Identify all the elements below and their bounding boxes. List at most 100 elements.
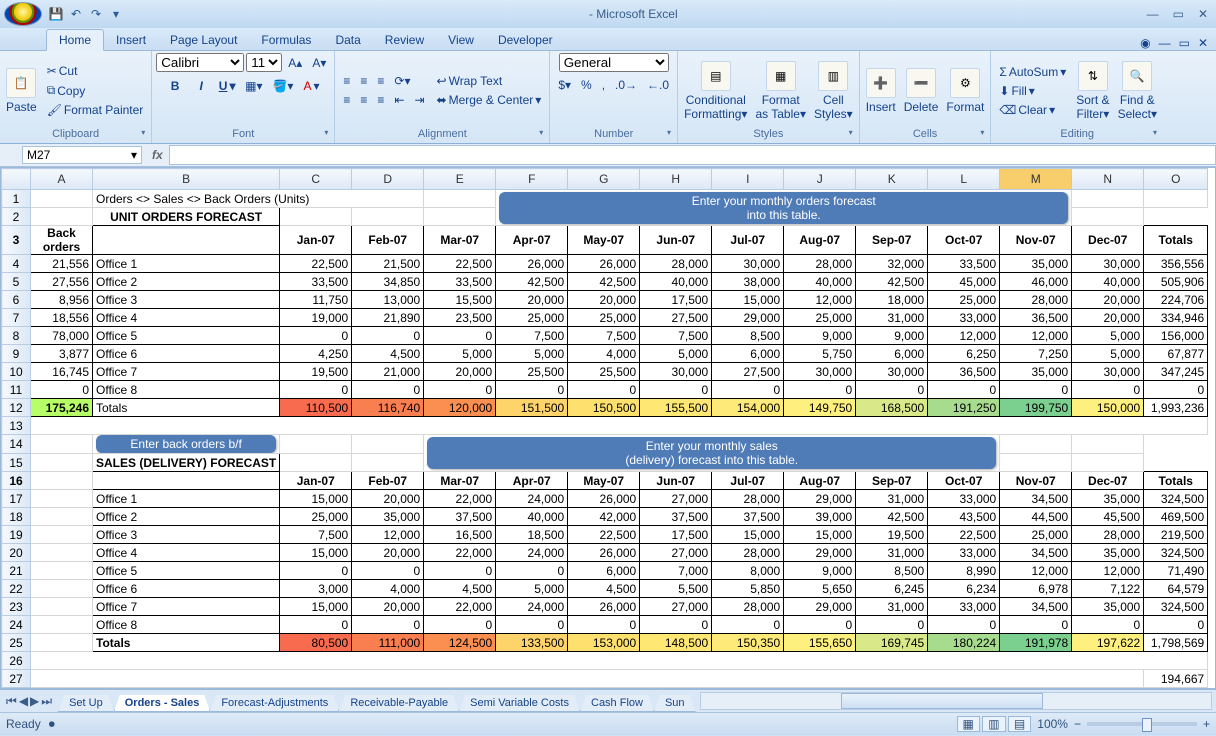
cell[interactable]: 6,978 [1000, 580, 1072, 598]
cell[interactable]: 35,000 [1000, 255, 1072, 273]
cell[interactable]: 38,000 [712, 273, 784, 291]
row-header-5[interactable]: 5 [2, 273, 31, 291]
cell[interactable]: 12,000 [1000, 327, 1072, 345]
page-break-view-button[interactable]: ▤ [1008, 716, 1031, 732]
row-header-26[interactable]: 26 [2, 652, 31, 670]
cell[interactable]: Dec-07 [1072, 226, 1144, 255]
align-center-button[interactable]: ≡ [356, 91, 371, 109]
cell[interactable]: 33,000 [928, 544, 1000, 562]
row-header-22[interactable]: 22 [2, 580, 31, 598]
insert-cells-button[interactable]: Insert [866, 100, 896, 114]
delete-cells-icon[interactable]: ➖ [906, 68, 936, 98]
cell[interactable]: 42,500 [856, 508, 928, 526]
cell[interactable]: 27,000 [640, 490, 712, 508]
cell[interactable]: 334,946 [1144, 309, 1208, 327]
cell[interactable]: 18,000 [856, 291, 928, 309]
col-header-G[interactable]: G [568, 169, 640, 190]
row-header-12[interactable]: 12 [2, 399, 31, 417]
cell[interactable]: Totals [1144, 472, 1208, 490]
cell[interactable]: 67,877 [1144, 345, 1208, 363]
col-header-I[interactable]: I [712, 169, 784, 190]
cell[interactable]: 156,000 [1144, 327, 1208, 345]
scrollbar-thumb[interactable] [841, 693, 1043, 709]
office-button[interactable] [4, 2, 42, 26]
cell[interactable]: 5,000 [496, 580, 568, 598]
row-header-18[interactable]: 18 [2, 508, 31, 526]
cell[interactable]: 30,000 [784, 363, 856, 381]
cell[interactable]: 28,000 [1000, 291, 1072, 309]
cell[interactable]: 27,556 [31, 273, 93, 291]
comma-button[interactable]: , [598, 76, 609, 94]
cell-styles-icon[interactable]: ▥ [818, 61, 848, 91]
orientation-button[interactable]: ⟳▾ [390, 72, 414, 90]
restore-button[interactable]: ▭ [1169, 7, 1188, 21]
cell[interactable]: 20,000 [1072, 291, 1144, 309]
cell[interactable]: 22,500 [424, 255, 496, 273]
next-sheet-button[interactable]: ▶ [30, 694, 39, 709]
cell[interactable]: 25,500 [568, 363, 640, 381]
cell[interactable]: 22,000 [424, 490, 496, 508]
cell[interactable]: 33,500 [928, 255, 1000, 273]
cell[interactable]: May-07 [568, 226, 640, 255]
cell[interactable]: 13,000 [352, 291, 424, 309]
cell[interactable]: 25,000 [568, 309, 640, 327]
cell[interactable]: 150,350 [712, 634, 784, 652]
cell[interactable]: 40,000 [784, 273, 856, 291]
cell[interactable]: 0 [784, 381, 856, 399]
cut-button[interactable]: ✂Cut [43, 62, 148, 80]
cell[interactable]: 1,993,236 [1144, 399, 1208, 417]
cell[interactable]: Apr-07 [496, 226, 568, 255]
cell[interactable]: 199,750 [1000, 399, 1072, 417]
cell[interactable]: 21,500 [352, 255, 424, 273]
cell[interactable]: 16,745 [31, 363, 93, 381]
cell[interactable]: 17,500 [640, 291, 712, 309]
cell[interactable]: 175,246 [31, 399, 93, 417]
cell[interactable]: 8,990 [928, 562, 1000, 580]
cell[interactable]: 6,000 [568, 562, 640, 580]
cell[interactable]: 0 [712, 381, 784, 399]
align-top-button[interactable]: ≡ [339, 72, 354, 90]
cell[interactable]: 3,877 [31, 345, 93, 363]
cell[interactable]: 20,000 [568, 291, 640, 309]
increase-indent-button[interactable]: ⇥ [410, 91, 428, 109]
cell[interactable]: 11,750 [280, 291, 352, 309]
cell[interactable]: Office 5 [93, 327, 280, 345]
cell[interactable]: 30,000 [1072, 255, 1144, 273]
cell[interactable]: 22,500 [568, 526, 640, 544]
cell[interactable]: 33,500 [280, 273, 352, 291]
cell[interactable]: 31,000 [856, 490, 928, 508]
conditional-formatting-button[interactable]: ConditionalFormatting▾ [684, 93, 747, 121]
cell[interactable]: 0 [568, 381, 640, 399]
format-painter-button[interactable]: 🖌Format Painter [43, 101, 148, 119]
min-ribbon-icon[interactable]: — [1159, 36, 1171, 50]
cell[interactable]: 191,250 [928, 399, 1000, 417]
cell[interactable]: Office 1 [93, 490, 280, 508]
cell[interactable]: 4,500 [568, 580, 640, 598]
delete-cells-button[interactable]: Delete [904, 100, 939, 114]
cell[interactable]: 0 [280, 616, 352, 634]
cell[interactable]: 42,000 [568, 508, 640, 526]
increase-decimal-button[interactable]: .0→ [611, 76, 641, 94]
cell[interactable]: Jul-07 [712, 226, 784, 255]
cell[interactable]: 194,667 [1144, 670, 1208, 688]
find-select-icon[interactable]: 🔍 [1122, 61, 1152, 91]
cell[interactable]: 32,000 [856, 255, 928, 273]
cell[interactable]: 46,000 [1000, 273, 1072, 291]
cell[interactable]: 0 [640, 381, 712, 399]
cell[interactable]: 0 [352, 562, 424, 580]
decrease-decimal-button[interactable]: ←.0 [643, 76, 673, 94]
worksheet-grid[interactable]: ABCDEFGHIJKLMNO1Orders <> Sales <> Back … [0, 167, 1216, 689]
cell[interactable]: 22,500 [928, 526, 1000, 544]
cell[interactable]: 0 [424, 327, 496, 345]
row-header-25[interactable]: 25 [2, 634, 31, 652]
cell[interactable]: 35,000 [352, 508, 424, 526]
font-size-select[interactable]: 11 [246, 53, 282, 72]
cell[interactable]: 148,500 [640, 634, 712, 652]
cell[interactable]: 27,000 [640, 544, 712, 562]
zoom-out-button[interactable]: − [1074, 717, 1081, 731]
cell[interactable]: 5,000 [424, 345, 496, 363]
cell[interactable]: Aug-07 [784, 472, 856, 490]
cell[interactable]: 40,000 [1072, 273, 1144, 291]
cell[interactable]: 219,500 [1144, 526, 1208, 544]
row-header-8[interactable]: 8 [2, 327, 31, 345]
